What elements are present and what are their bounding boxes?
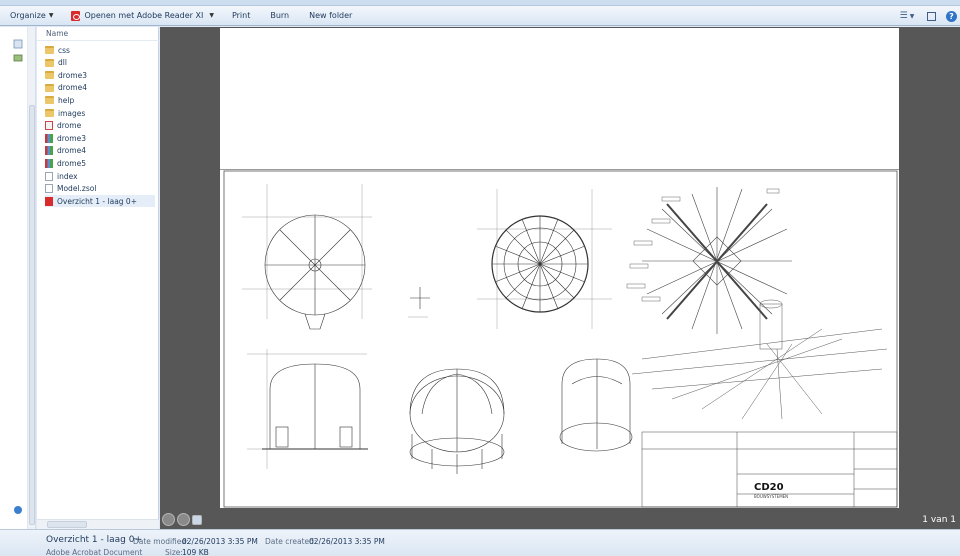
- file-list-item[interactable]: drome5: [45, 157, 155, 169]
- image-file-icon: [45, 121, 53, 131]
- previous-page-button[interactable]: [162, 513, 175, 526]
- pdf-icon: [45, 196, 53, 206]
- change-view-button[interactable]: ☰ ▼: [898, 9, 916, 23]
- file-list-item-label: Model.zsol: [57, 184, 97, 194]
- size-value: 109 KB: [182, 548, 209, 556]
- file-list-item-label: Overzicht 1 - laag 0+: [57, 196, 137, 206]
- organize-label: Organize: [10, 11, 46, 20]
- page-indicator: 1 van 1: [922, 515, 956, 525]
- preview-nav-buttons: [162, 513, 204, 526]
- isometric-dome-1: [409, 368, 505, 474]
- section-elevation: [247, 349, 368, 469]
- nav-scrollbar-thumb[interactable]: [29, 105, 35, 525]
- folder-icon: [45, 96, 54, 105]
- folder-icon: [45, 109, 54, 117]
- file-list-item-label: css: [58, 45, 70, 55]
- file-list-item[interactable]: Model.zsol: [45, 183, 155, 195]
- file-list-item-label: drome: [57, 121, 82, 131]
- print-button[interactable]: Print: [226, 6, 256, 26]
- cd20-logo: CD20: [754, 482, 784, 493]
- new-folder-label: New folder: [309, 11, 353, 20]
- file-list-item-label: drome4: [57, 146, 86, 156]
- file-list-item-label: drome5: [57, 158, 86, 168]
- file-list-item-label: help: [58, 95, 75, 105]
- help-file-icon: [45, 133, 53, 143]
- folder-icon: [45, 58, 54, 67]
- next-page-button[interactable]: [177, 513, 190, 526]
- file-list-item[interactable]: drome4: [45, 145, 155, 157]
- acrobat-icon: [71, 10, 81, 21]
- technical-drawing: CD20 BOUWSYSTEMEN: [223, 170, 898, 508]
- nav-scrollbar[interactable]: [27, 27, 35, 529]
- help-icon[interactable]: ?: [946, 10, 957, 22]
- date-modified-value: 02/26/2013 3:35 PM: [182, 537, 258, 546]
- floor-plan-1: [242, 184, 372, 330]
- burn-button[interactable]: Burn: [264, 6, 295, 26]
- perspective-frame: [631, 299, 888, 420]
- file-list-item-label: dll: [58, 58, 67, 68]
- cd20-logo-subtitle: BOUWSYSTEMEN: [754, 494, 788, 499]
- fit-page-button[interactable]: [192, 515, 202, 525]
- details-pane: Overzicht 1 - laag 0+ Adobe Acrobat Docu…: [0, 529, 960, 556]
- view-controls: ☰ ▼ ?: [895, 6, 960, 26]
- open-with-button[interactable]: Openen met Adobe Reader XI ▼: [65, 6, 219, 26]
- document-icon: [45, 184, 53, 194]
- folder-icon: [45, 83, 54, 92]
- chevron-down-icon: ▼: [909, 12, 915, 20]
- network-icon[interactable]: [13, 505, 23, 515]
- file-list-item-label: images: [58, 108, 86, 118]
- help-file-icon: [45, 146, 53, 156]
- file-list-item[interactable]: help: [45, 94, 155, 106]
- file-list-item[interactable]: Overzicht 1 - laag 0+: [45, 195, 155, 208]
- file-list-item[interactable]: images: [45, 107, 155, 119]
- open-with-label: Openen met Adobe Reader XI: [84, 11, 204, 20]
- file-list-item[interactable]: drome: [45, 120, 155, 132]
- size-label: Size:: [165, 548, 183, 556]
- file-list-item-label: drome3: [58, 70, 87, 80]
- document-icon: [45, 171, 53, 181]
- view-list-icon: ☰: [899, 11, 908, 21]
- command-bar: Organize ▼ Openen met Adobe Reader XI ▼ …: [0, 6, 960, 26]
- help-file-icon: [45, 158, 53, 168]
- chevron-down-icon: ▼: [209, 12, 214, 19]
- frame-star-view: [642, 187, 792, 334]
- dome-top-view: [477, 189, 612, 329]
- print-label: Print: [231, 11, 251, 20]
- burn-label: Burn: [270, 11, 290, 20]
- file-list-item[interactable]: dll: [45, 57, 155, 69]
- detail-symbol: [408, 287, 430, 318]
- file-list-hscrollbar[interactable]: [37, 519, 159, 529]
- date-created-value: 02/26/2013 3:35 PM: [309, 537, 385, 546]
- file-list-item[interactable]: index: [45, 170, 155, 182]
- navigation-pane: [0, 27, 36, 529]
- star-favorites-icon[interactable]: [13, 39, 23, 49]
- file-list-item-label: drome3: [57, 133, 86, 143]
- file-list-item[interactable]: drome4: [45, 82, 155, 94]
- file-list-item[interactable]: css: [45, 44, 155, 56]
- file-list: Name css dll drome3 drome4 help images drome dr…: [37, 27, 159, 529]
- preview-pane-icon: [926, 11, 936, 21]
- file-list-item[interactable]: drome3: [45, 132, 155, 144]
- file-list-item[interactable]: drome3: [45, 69, 155, 81]
- details-file-type: Adobe Acrobat Document: [46, 548, 143, 556]
- file-list-item-label: index: [57, 171, 78, 181]
- chevron-down-icon: ▼: [48, 12, 54, 19]
- folder-icon: [45, 71, 54, 80]
- organize-menu[interactable]: Organize ▼: [0, 6, 59, 26]
- column-header-name[interactable]: Name: [37, 27, 159, 41]
- isometric-dome-2: [559, 358, 633, 452]
- file-list-item-label: drome4: [58, 83, 87, 93]
- hscrollbar-thumb[interactable]: [47, 521, 87, 528]
- preview-pane-button[interactable]: [922, 9, 940, 23]
- new-folder-button[interactable]: New folder: [303, 6, 358, 26]
- details-file-name: Overzicht 1 - laag 0+: [46, 535, 142, 545]
- date-modified-label: Date modified:: [133, 537, 189, 546]
- folder-icon: [45, 46, 54, 54]
- drawing-frame: [223, 170, 898, 508]
- drive-icon[interactable]: [13, 53, 23, 63]
